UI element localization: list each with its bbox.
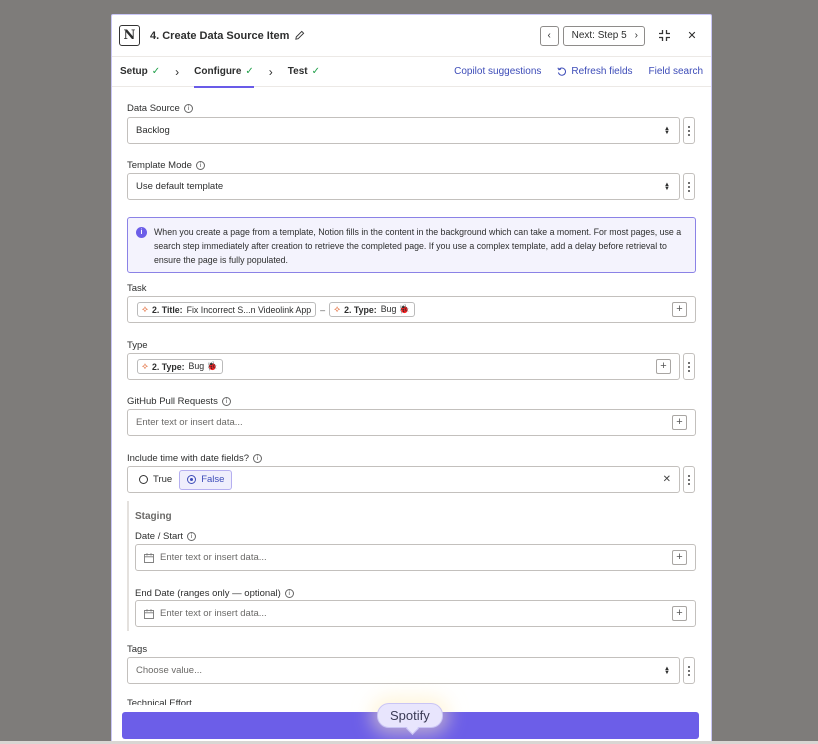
end-date-label: End Date (ranges only — optional) i <box>135 586 294 600</box>
data-source-label: Data Source i <box>127 101 193 115</box>
info-icon[interactable]: i <box>195 160 205 170</box>
data-source-select[interactable]: Backlog ▲ ▼ <box>127 117 680 144</box>
form-body: Data Source i Backlog ▲ ▼ Template Mode i… <box>112 87 711 712</box>
clear-icon[interactable]: ✕ <box>663 474 671 485</box>
data-source-more-button[interactable] <box>683 117 695 144</box>
info-icon: i <box>136 227 147 238</box>
chevron-updown-icon: ▲ ▼ <box>664 181 670 192</box>
template-info-alert: i When you create a page from a template… <box>127 217 696 273</box>
refresh-icon <box>557 67 567 76</box>
check-icon: ✓ <box>311 66 320 77</box>
chevron-right-icon: › <box>634 30 638 41</box>
info-icon[interactable]: i <box>221 396 231 406</box>
mapped-field-pill[interactable]: ⟡ 2. Title: Fix Incorrect S...n Videolin… <box>137 302 317 317</box>
collapse-icon[interactable] <box>655 27 673 45</box>
formatter-icon: ⟡ <box>142 304 148 314</box>
chevron-right-icon: › <box>268 64 273 79</box>
tags-more-button[interactable] <box>683 657 695 684</box>
insert-data-button[interactable]: + <box>656 359 671 374</box>
refresh-fields-link[interactable]: Refresh fields <box>557 66 633 77</box>
formatter-icon: ⟡ <box>142 361 148 371</box>
insert-data-button[interactable]: + <box>672 302 687 317</box>
insert-data-button[interactable]: + <box>672 415 687 430</box>
template-mode-label: Template Mode i <box>127 158 205 172</box>
tab-configure[interactable]: Configure ✓ <box>194 57 254 88</box>
pencil-icon[interactable] <box>294 30 305 41</box>
radio-selected-icon <box>187 475 197 484</box>
type-input[interactable]: ⟡ 2. Type: Bug 🐞 + <box>127 353 680 380</box>
info-icon[interactable]: i <box>187 531 197 541</box>
tooltip: Spotify <box>377 703 443 728</box>
tab-test[interactable]: Test ✓ <box>288 57 320 87</box>
previous-step-button[interactable]: ‹ <box>539 25 559 46</box>
date-start-label: Date / Start i <box>135 529 197 543</box>
staging-group-title: Staging <box>135 511 172 522</box>
github-pr-label: GitHub Pull Requests i <box>127 394 231 408</box>
formatter-icon: ⟡ <box>334 304 341 314</box>
notion-logo: N <box>119 25 140 46</box>
include-time-more-button[interactable] <box>683 466 695 493</box>
date-start-input[interactable]: Enter text or insert data... + <box>135 544 696 571</box>
check-icon: ✓ <box>151 66 161 77</box>
staging-group-rail <box>127 501 129 631</box>
chevron-left-icon: ‹ <box>547 30 551 41</box>
radio-circle-icon <box>139 475 148 484</box>
step-editor-modal: N 4. Create Data Source Item ‹ Next: Ste… <box>111 14 712 744</box>
insert-data-button[interactable]: + <box>672 606 687 621</box>
modal-header: N 4. Create Data Source Item ‹ Next: Ste… <box>112 15 711 57</box>
close-icon[interactable]: ✕ <box>683 27 701 45</box>
template-mode-more-button[interactable] <box>683 173 695 200</box>
tags-select[interactable]: Choose value... ▲ ▼ <box>127 657 680 684</box>
insert-data-button[interactable]: + <box>672 550 687 565</box>
github-pr-input[interactable]: Enter text or insert data... + <box>127 409 696 436</box>
calendar-icon <box>144 608 154 619</box>
radio-true[interactable]: True <box>132 470 179 490</box>
chevron-updown-icon: ▲ ▼ <box>664 665 670 676</box>
task-input[interactable]: ⟡ 2. Title: Fix Incorrect S...n Videolin… <box>127 296 696 323</box>
info-icon[interactable]: i <box>252 453 262 463</box>
tab-setup[interactable]: Setup ✓ <box>120 57 160 87</box>
type-label: Type <box>127 339 148 351</box>
copilot-suggestions-link[interactable]: Copilot suggestions <box>454 66 541 77</box>
task-label: Task <box>127 282 147 294</box>
info-icon[interactable]: i <box>183 103 193 113</box>
end-date-input[interactable]: Enter text or insert data... + <box>135 600 696 627</box>
step-tabs: Setup ✓ › Configure ✓ › Test ✓ Copilot s… <box>112 57 711 88</box>
mapped-field-pill[interactable]: ⟡ 2. Type: Bug 🐞 <box>329 302 415 317</box>
radio-false[interactable]: False <box>179 469 233 490</box>
chevron-right-icon: › <box>175 64 180 79</box>
step-title: 4. Create Data Source Item <box>150 29 290 42</box>
next-step-button[interactable]: Next: Step 5 › <box>562 25 645 46</box>
calendar-icon <box>144 552 154 563</box>
check-icon: ✓ <box>245 66 254 77</box>
type-more-button[interactable] <box>683 353 695 380</box>
include-time-label: Include time with date fields? i <box>127 451 262 465</box>
info-icon[interactable]: i <box>284 588 294 598</box>
tags-label: Tags <box>127 643 148 655</box>
template-mode-select[interactable]: Use default template ▲ ▼ <box>127 173 680 200</box>
technical-effort-label: Technical Effort <box>127 698 192 705</box>
chevron-updown-icon: ▲ ▼ <box>664 125 670 136</box>
mapped-field-pill[interactable]: ⟡ 2. Type: Bug 🐞 <box>137 359 223 374</box>
include-time-radio-group: True False ✕ <box>127 466 680 493</box>
field-search-link[interactable]: Field search <box>649 66 703 77</box>
